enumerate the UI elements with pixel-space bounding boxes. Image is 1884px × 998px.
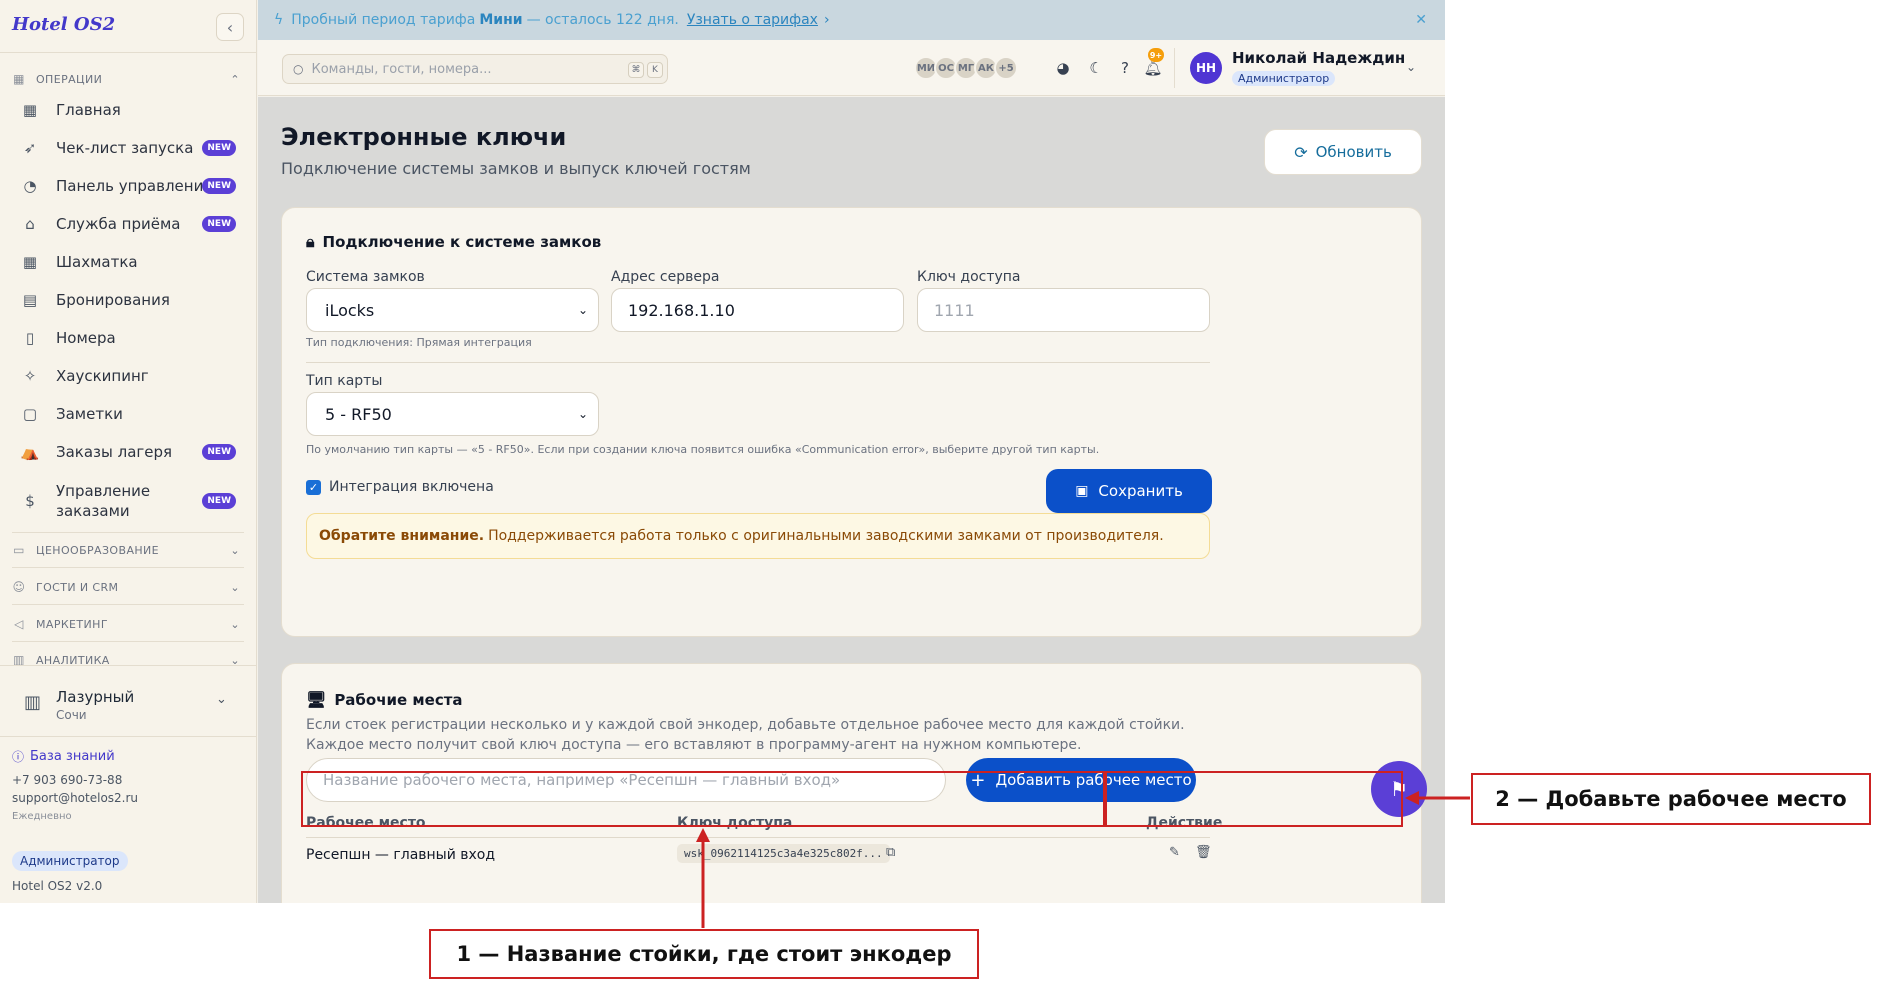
annotation-arrows [696,791,1470,928]
annotation-label-1: 1 — Название стойки, где стоит энкодер [429,929,979,979]
arrowhead-icon [1405,791,1419,805]
annotation-label-2: 2 — Добавьте рабочее место [1471,773,1871,825]
arrowhead-icon [696,828,710,842]
